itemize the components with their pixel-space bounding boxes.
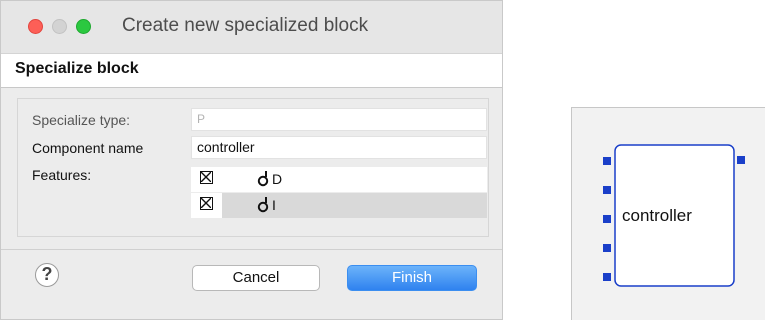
component-name-label: Component name: [32, 140, 144, 156]
minimize-button[interactable]: [52, 19, 67, 34]
finish-button[interactable]: Finish: [347, 265, 477, 291]
cancel-button[interactable]: Cancel: [192, 265, 320, 291]
port-icon: [257, 171, 269, 187]
features-table: D I: [191, 167, 487, 219]
block-label: controller: [622, 206, 692, 225]
feature-checkbox[interactable]: [200, 197, 213, 210]
footer-divider: [1, 249, 502, 250]
create-specialized-block-dialog: Create new specialized block Specialize …: [0, 0, 503, 320]
port-marker[interactable]: [737, 156, 745, 164]
close-button[interactable]: [28, 19, 43, 34]
diagram-canvas: controller: [603, 144, 745, 287]
question-icon[interactable]: ?: [35, 263, 59, 287]
feature-name: D: [272, 171, 283, 187]
port-marker[interactable]: [603, 215, 611, 223]
specialize-type-field: P: [191, 108, 487, 131]
banner-title: Specialize block: [15, 60, 139, 77]
features-label: Features:: [32, 167, 92, 183]
specialize-type-label: Specialize type:: [32, 112, 131, 128]
feature-row[interactable]: D: [191, 167, 487, 192]
port-marker[interactable]: [603, 186, 611, 194]
dialog-banner: Specialize block: [1, 53, 502, 88]
port-marker[interactable]: [603, 157, 611, 165]
port-icon: [257, 197, 269, 213]
port-marker[interactable]: [603, 244, 611, 252]
diagram-panel: controller: [571, 107, 765, 320]
component-name-input[interactable]: controller: [191, 136, 487, 159]
feature-name: I: [272, 197, 276, 213]
window-title: Create new specialized block: [122, 15, 369, 36]
feature-checkbox[interactable]: [200, 171, 213, 184]
maximize-button[interactable]: [76, 19, 91, 34]
feature-row[interactable]: I: [191, 193, 487, 218]
window-titlebar: Create new specialized block: [1, 1, 502, 53]
port-marker[interactable]: [603, 273, 611, 281]
